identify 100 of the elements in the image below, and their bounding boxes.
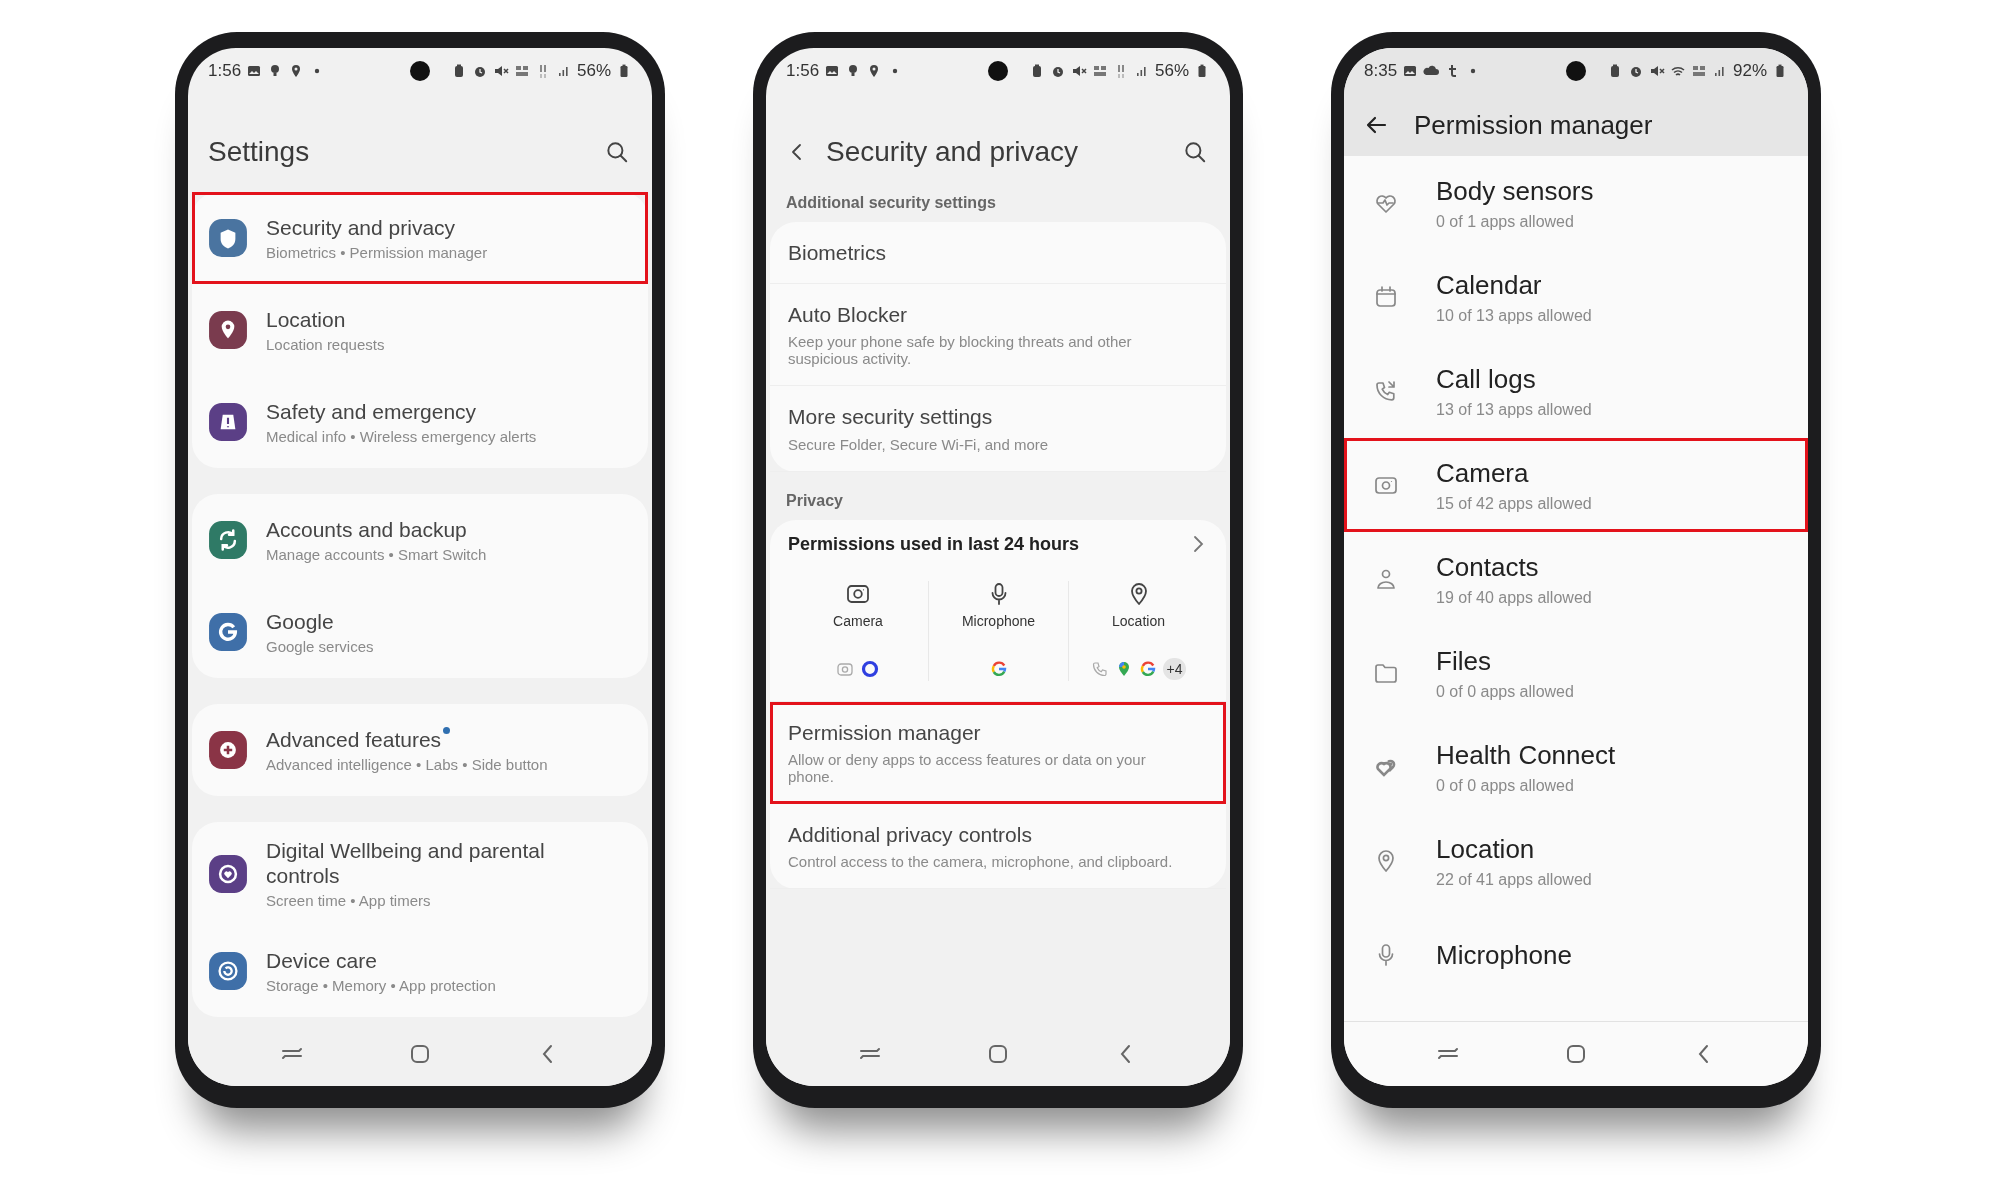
sync-icon — [208, 520, 248, 560]
battery-level: 56% — [1154, 61, 1189, 81]
item-subtitle: 19 of 40 apps allowed — [1436, 588, 1592, 607]
item-title: Contacts — [1436, 551, 1540, 583]
mute-icon — [1648, 63, 1665, 79]
item-subtitle: 10 of 13 apps allowed — [1436, 306, 1592, 325]
settings-item[interactable]: Accounts and backup Manage accounts • Smart Switch — [192, 494, 648, 586]
item-subtitle: 0 of 0 apps allowed — [1436, 776, 1575, 795]
settings-item[interactable]: Location Location requests — [192, 284, 648, 376]
search-icon[interactable] — [1182, 139, 1208, 165]
item-subtitle: Control access to the camera, microphone, and clipboard. — [788, 852, 1174, 870]
item-subtitle: 22 of 41 apps allowed — [1436, 870, 1592, 889]
search-icon[interactable] — [604, 139, 630, 165]
permission-item[interactable]: Calendar 10 of 13 apps allowed — [1344, 250, 1808, 344]
item-subtitle: Advanced intelligence • Labs • Side button — [266, 756, 548, 774]
settings-item[interactable]: Security and privacy Biometrics • Permission manager — [192, 192, 648, 284]
item-subtitle: 0 of 1 apps allowed — [1436, 212, 1575, 231]
permission-item[interactable]: Contacts 19 of 40 apps allowed — [1344, 532, 1808, 626]
shield-icon — [208, 218, 248, 258]
volte-icon — [1091, 63, 1108, 79]
status-time: 8:35 — [1364, 61, 1398, 81]
screen-title: Permission manager — [1414, 109, 1653, 141]
item-title: Body sensors — [1436, 175, 1594, 207]
settings-item[interactable]: More security settings Secure Folder, Secure Wi-Fi, and more — [770, 386, 1226, 472]
permission-item[interactable]: Location 22 of 41 apps allowed — [1344, 814, 1808, 908]
permission-item[interactable]: Body sensors 0 of 1 apps allowed — [1344, 156, 1808, 250]
summary-title: Permissions used in last 24 hours — [788, 533, 1080, 555]
item-subtitle: Secure Folder, Secure Wi-Fi, and more — [788, 435, 1050, 453]
item-title: More security settings — [788, 404, 994, 430]
item-title: Biometrics — [788, 240, 888, 266]
item-subtitle: 15 of 42 apps allowed — [1436, 494, 1592, 513]
item-title: Location — [1436, 833, 1536, 865]
mute-icon — [1070, 63, 1087, 79]
permission-item[interactable]: Health Connect 0 of 0 apps allowed — [1344, 720, 1808, 814]
item-title: Safety and emergency — [266, 398, 477, 425]
settings-item[interactable]: Advanced features Advanced intelligence • Labs • Side button — [192, 704, 648, 796]
phone-icon — [1090, 659, 1109, 678]
mute-icon — [492, 63, 509, 79]
image-icon — [246, 63, 263, 79]
item-title: Location — [266, 306, 346, 333]
more-apps-count: +4 — [1162, 657, 1187, 680]
section-label: Privacy — [785, 490, 844, 511]
item-subtitle: Location requests — [266, 336, 385, 354]
screen-title: Settings — [208, 136, 310, 168]
item-title: Google — [266, 608, 334, 635]
item-title: Call logs — [1436, 363, 1537, 395]
permission-label: Location — [1112, 612, 1165, 629]
item-title: Device care — [266, 948, 377, 974]
settings-item[interactable]: Device care Storage • Memory • App protection — [192, 925, 648, 1018]
item-title: Camera — [1436, 457, 1530, 489]
volte-icon — [1690, 63, 1707, 79]
front-camera — [410, 61, 430, 81]
section-label: Additional security settings — [785, 193, 997, 213]
settings-item[interactable]: Google Google services — [192, 586, 648, 678]
google-icon — [208, 612, 248, 652]
google-icon — [1138, 659, 1157, 678]
permission-label: Camera — [833, 612, 883, 629]
battery-level: 56% — [576, 61, 611, 81]
item-title: Files — [1436, 645, 1492, 677]
permission-item[interactable]: Camera 15 of 42 apps allowed — [1344, 438, 1808, 532]
item-subtitle: Manage accounts • Smart Switch — [266, 546, 487, 564]
location-icon — [208, 310, 248, 350]
item-subtitle: Storage • Memory • App protection — [266, 977, 496, 995]
image-icon — [1402, 63, 1419, 79]
settings-item[interactable]: Biometrics — [770, 222, 1226, 285]
status-time: 1:56 — [208, 61, 242, 81]
image-icon — [824, 63, 841, 79]
ring-app-icon — [860, 658, 880, 679]
item-title: Microphone — [1436, 939, 1572, 971]
settings-item[interactable]: Safety and emergency Medical info • Wireless emergency alerts — [192, 376, 648, 468]
item-title: Accounts and backup — [266, 516, 467, 543]
permission-item[interactable]: Files 0 of 0 apps allowed — [1344, 626, 1808, 720]
screen-title: Security and privacy — [826, 136, 1079, 168]
permission-item[interactable]: Call logs 13 of 13 apps allowed — [1344, 344, 1808, 438]
item-title: Advanced features — [266, 726, 442, 753]
item-title: Calendar — [1436, 269, 1543, 301]
item-subtitle: Keep your phone safe by blocking threats and other suspicious activity. — [788, 333, 1133, 368]
settings-item[interactable]: Permission manager Allow or deny apps to access features or data on your phone. — [770, 701, 1226, 804]
item-subtitle: Allow or deny apps to access features or data on your phone. — [788, 750, 1147, 785]
volte-icon — [513, 63, 530, 79]
permission-item[interactable]: Microphone — [1344, 908, 1808, 1002]
item-title: Additional privacy controls — [788, 821, 1033, 847]
alert-icon — [208, 402, 248, 442]
status-time: 1:56 — [786, 61, 820, 81]
front-camera — [1566, 61, 1586, 81]
settings-item[interactable]: Additional privacy controls Control access to the camera, microphone, and clipboard. — [770, 803, 1226, 889]
permission-label: Microphone — [961, 612, 1036, 629]
settings-item[interactable]: Auto Blocker Keep your phone safe by blocking threats and other suspicious activity. — [770, 284, 1226, 387]
front-camera — [988, 61, 1008, 81]
item-subtitle: 13 of 13 apps allowed — [1436, 400, 1592, 419]
settings-item[interactable]: Digital Wellbeing and parental controls Screen time • App timers — [192, 822, 648, 926]
item-subtitle: 0 of 0 apps allowed — [1436, 682, 1574, 701]
item-subtitle: Google services — [266, 638, 374, 656]
item-subtitle: Biometrics • Permission manager — [266, 244, 488, 262]
item-title: Digital Wellbeing and parental controls — [266, 838, 546, 889]
battery-level: 92% — [1732, 61, 1767, 81]
item-title: Health Connect — [1436, 739, 1616, 771]
permissions-summary[interactable]: Permissions used in last 24 hours Camera Microphone Location +4 — [770, 519, 1226, 702]
google-icon — [989, 659, 1008, 678]
item-subtitle: Screen time • App timers — [266, 892, 432, 910]
